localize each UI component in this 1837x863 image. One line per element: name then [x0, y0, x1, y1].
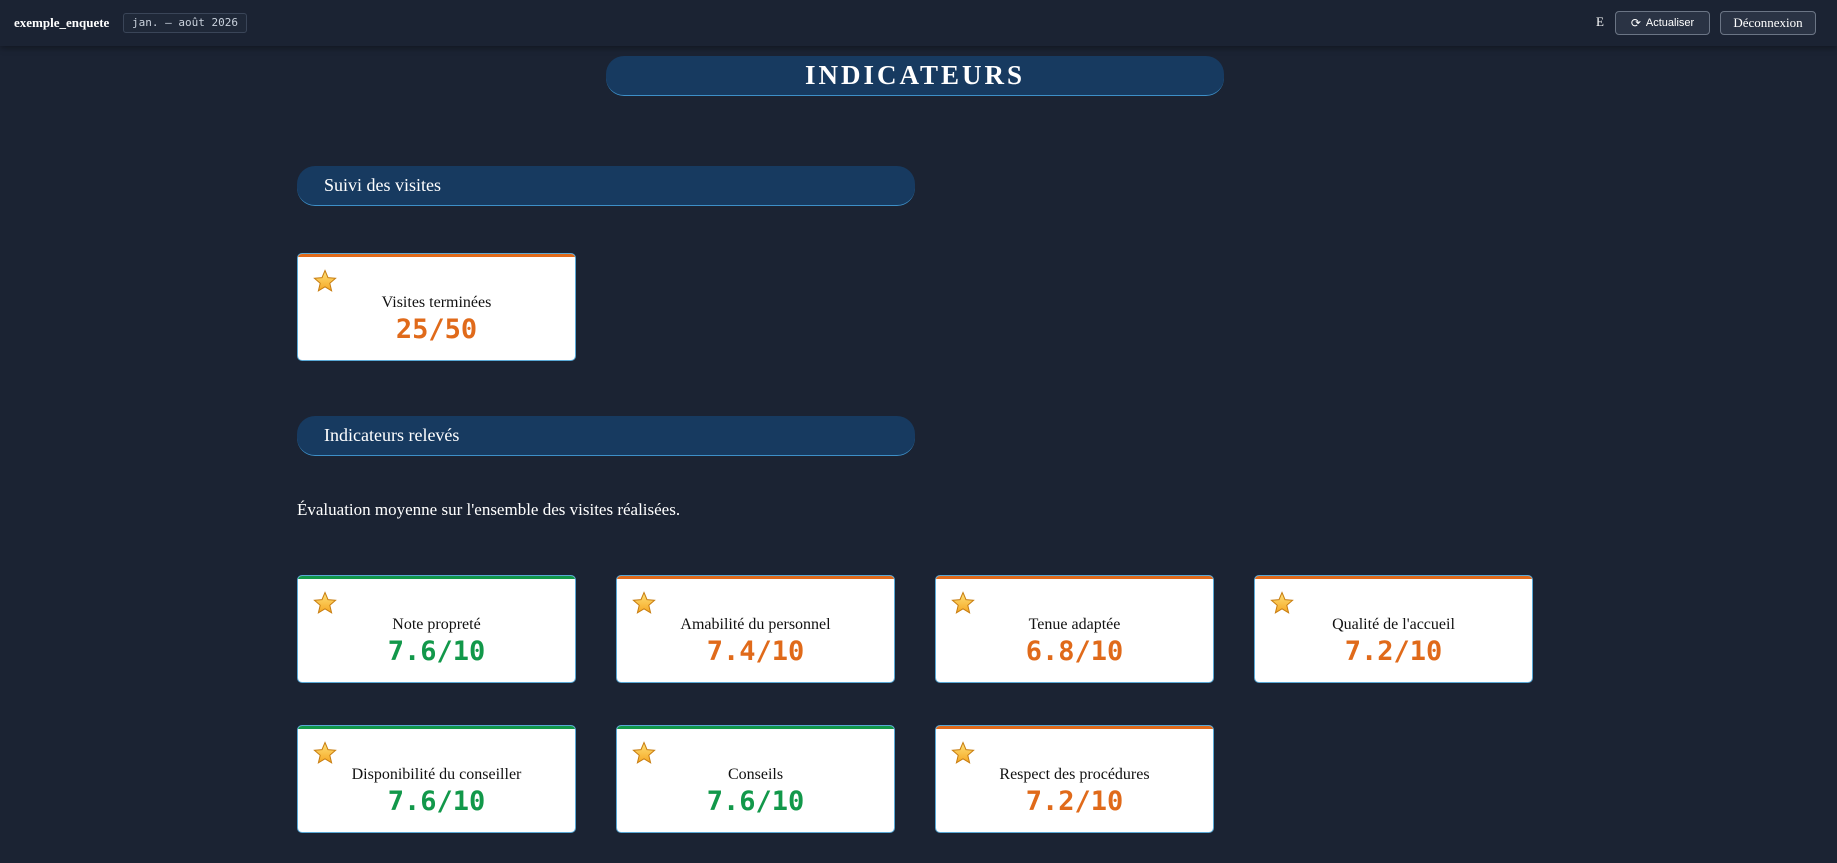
- kpi-card-visits: Visites terminées 25/50: [297, 253, 576, 361]
- status-stripe: [936, 726, 1213, 729]
- status-stripe: [936, 576, 1213, 579]
- status-stripe: [617, 726, 894, 729]
- refresh-button-label: Actualiser: [1645, 17, 1695, 29]
- kpi-card-amabilite: Amabilité du personnel 7.4/10: [616, 575, 895, 683]
- kpi-value: 7.6/10: [706, 786, 805, 817]
- kpi-value: 25/50: [395, 314, 478, 345]
- star-icon: [313, 591, 337, 614]
- star-icon: [632, 741, 656, 764]
- status-stripe: [298, 254, 575, 257]
- app-name: exemple_enquete: [14, 15, 110, 30]
- status-stripe: [298, 726, 575, 729]
- kpi-value: 7.6/10: [387, 786, 486, 817]
- logout-button-label: Déconnexion: [1733, 15, 1803, 30]
- kpi-value: 6.8/10: [1025, 636, 1124, 667]
- status-stripe: [298, 576, 575, 579]
- kpi-card-procedures: Respect des procédures 7.2/10: [935, 725, 1214, 833]
- kpi-label: Tenue adaptée: [1028, 616, 1121, 633]
- status-stripe: [617, 576, 894, 579]
- kpi-label: Qualité de l'accueil: [1332, 616, 1455, 633]
- kpi-value: 7.2/10: [1344, 636, 1443, 667]
- star-icon: [313, 269, 337, 292]
- kpi-card-conseils: Conseils 7.6/10: [616, 725, 895, 833]
- kpi-label: Conseils: [727, 766, 784, 783]
- refresh-icon: ⟳: [1630, 16, 1641, 30]
- star-icon: [1270, 591, 1294, 614]
- kpi-label: Respect des procédures: [999, 766, 1150, 783]
- kpi-value: 7.4/10: [706, 636, 805, 667]
- star-icon: [951, 591, 975, 614]
- user-avatar[interactable]: E: [1596, 14, 1604, 30]
- kpi-card-proprete: Note propreté 7.6/10: [297, 575, 576, 683]
- kpi-label: Amabilité du personnel: [680, 616, 831, 633]
- top-bar: exemple_enquete jan. – août 2026 E ⟳ Act…: [0, 0, 1837, 46]
- kpi-label: Note propreté: [392, 616, 481, 633]
- kpi-card-tenue: Tenue adaptée 6.8/10: [935, 575, 1214, 683]
- section-description: Évaluation moyenne sur l'ensemble des vi…: [297, 500, 681, 519]
- kpi-label: Visites terminées: [381, 294, 492, 311]
- period-badge: jan. – août 2026: [123, 13, 247, 33]
- star-icon: [632, 591, 656, 614]
- kpi-value: 7.6/10: [387, 636, 486, 667]
- section-header-visits: Suivi des visites: [297, 166, 915, 206]
- star-icon: [951, 741, 975, 764]
- kpi-card-accueil: Qualité de l'accueil 7.2/10: [1254, 575, 1533, 683]
- refresh-button[interactable]: ⟳ Actualiser: [1615, 11, 1710, 35]
- page-title: INDICATEURS: [606, 56, 1224, 96]
- status-stripe: [1255, 576, 1532, 579]
- kpi-value: 7.2/10: [1025, 786, 1124, 817]
- kpi-card-disponibilite: Disponibilité du conseiller 7.6/10: [297, 725, 576, 833]
- logout-button[interactable]: Déconnexion: [1720, 11, 1816, 35]
- star-icon: [313, 741, 337, 764]
- section-header-indicators: Indicateurs relevés: [297, 416, 915, 456]
- kpi-label: Disponibilité du conseiller: [351, 766, 522, 783]
